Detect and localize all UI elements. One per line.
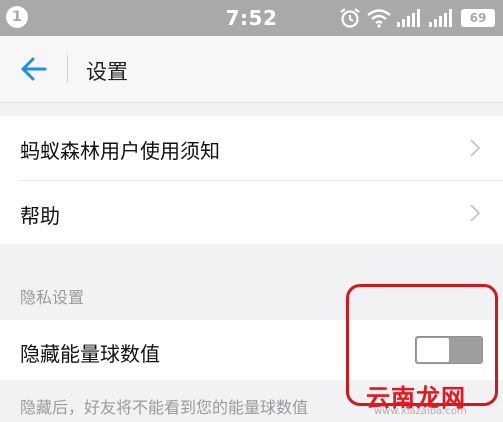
privacy-note: 隐藏后，好友将不能看到您的能量球数值 bbox=[20, 398, 309, 417]
menu-item-user-notice[interactable]: 蚂蚁森林用户使用须知 bbox=[0, 116, 503, 180]
alarm-icon bbox=[340, 8, 360, 28]
status-icons: 69 bbox=[339, 5, 495, 31]
menu-item-label: 蚂蚁森林用户使用须知 bbox=[20, 139, 220, 163]
status-bar: 1 7:52 69 bbox=[0, 0, 503, 36]
page-title: 设置 bbox=[86, 60, 128, 84]
chevron-right-icon bbox=[470, 204, 481, 222]
arrow-left-icon[interactable] bbox=[18, 53, 50, 85]
wifi-icon bbox=[367, 9, 391, 28]
signal-icon bbox=[429, 9, 455, 27]
chevron-right-icon bbox=[470, 139, 481, 157]
header-divider bbox=[67, 55, 68, 83]
signal-icon bbox=[397, 9, 423, 27]
toggle-label: 隐藏能量球数值 bbox=[20, 342, 160, 366]
watermark-logo: 云南龙网 www.xiazaiba.com bbox=[362, 378, 502, 422]
menu-item-label: 帮助 bbox=[20, 204, 60, 228]
menu-list: 蚂蚁森林用户使用须知 帮助 bbox=[0, 116, 503, 244]
section-title-privacy: 隐私设置 bbox=[20, 288, 85, 307]
watermark-url: www.xiazaiba.com bbox=[374, 406, 467, 417]
nav-header: 设置 bbox=[0, 36, 503, 103]
battery-icon: 69 bbox=[461, 9, 495, 27]
menu-item-help[interactable]: 帮助 bbox=[0, 181, 503, 244]
